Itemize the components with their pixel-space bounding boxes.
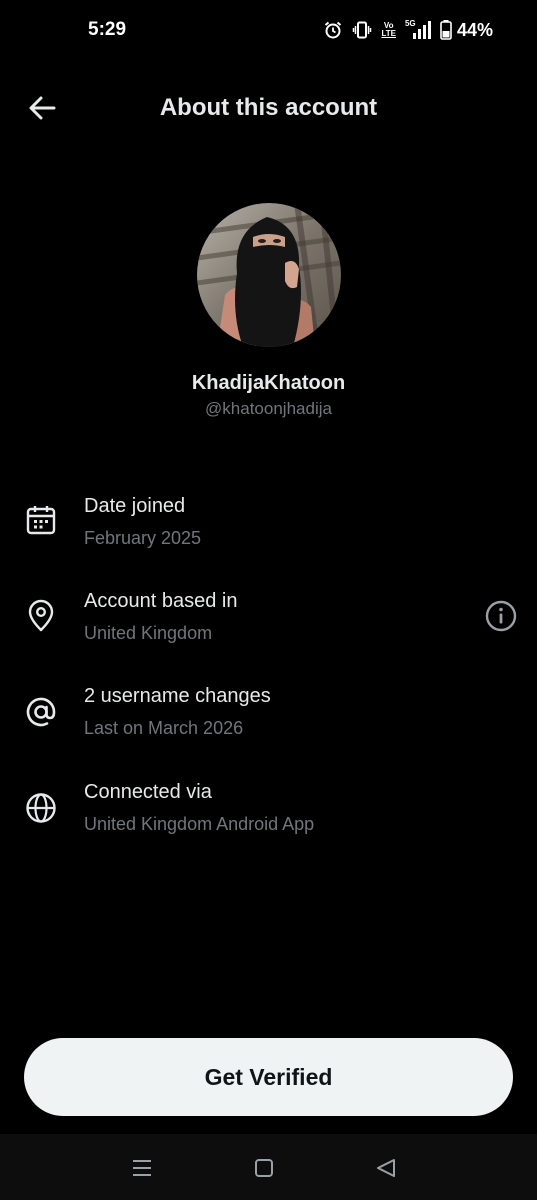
calendar-icon (26, 506, 56, 535)
info-icon (485, 600, 517, 632)
display-name: KhadijaKhatoon (191, 372, 346, 394)
menu-icon (133, 1160, 151, 1176)
username-changes-row: 2 username changes Last on March 2026 (0, 685, 537, 765)
back-nav-button[interactable] (372, 1154, 400, 1182)
back-triangle-icon (377, 1159, 395, 1177)
connected-via-row: Connected via United Kingdom Android App (0, 781, 537, 861)
status-bar: 5:29 Vo LTE 5G 44% (0, 0, 537, 60)
row-title: Date joined (84, 495, 186, 517)
row-title: Connected via (84, 781, 212, 803)
avatar-photo (197, 203, 341, 347)
header: About this account (0, 80, 537, 136)
row-title: 2 username changes (84, 685, 271, 707)
date-joined-row: Date joined February 2025 (0, 495, 537, 575)
row-subtitle: United Kingdom Android App (84, 814, 315, 834)
username-handle: @khatoonjhadija (205, 399, 332, 418)
row-subtitle: February 2025 (84, 528, 202, 548)
page-title: About this account (159, 94, 378, 121)
volte-icon: Vo LTE (381, 22, 396, 38)
status-icons: Vo LTE 5G 44% (323, 18, 493, 42)
info-button[interactable] (484, 599, 518, 633)
system-nav-bar (0, 1134, 537, 1200)
row-subtitle: United Kingdom (84, 623, 213, 643)
row-title: Account based in (84, 590, 238, 612)
recent-apps-button[interactable] (128, 1154, 156, 1182)
alarm-icon (325, 21, 342, 39)
volte-bottom: LTE (381, 29, 396, 38)
at-sign-icon (26, 697, 56, 727)
signal-icon: 5G (405, 20, 431, 40)
get-verified-button[interactable]: Get Verified (24, 1038, 513, 1116)
status-time: 5:29 (88, 19, 127, 40)
globe-icon (26, 793, 56, 823)
home-square-icon (255, 1159, 273, 1177)
battery-percent: 44% (456, 19, 493, 40)
account-based-in-row: Account based in United Kingdom (0, 590, 537, 670)
location-pin-icon (28, 599, 54, 632)
vibrate-icon (353, 21, 372, 39)
battery-icon (440, 20, 452, 40)
home-button[interactable] (250, 1154, 278, 1182)
row-subtitle: Last on March 2026 (84, 718, 244, 738)
avatar[interactable] (197, 203, 341, 347)
